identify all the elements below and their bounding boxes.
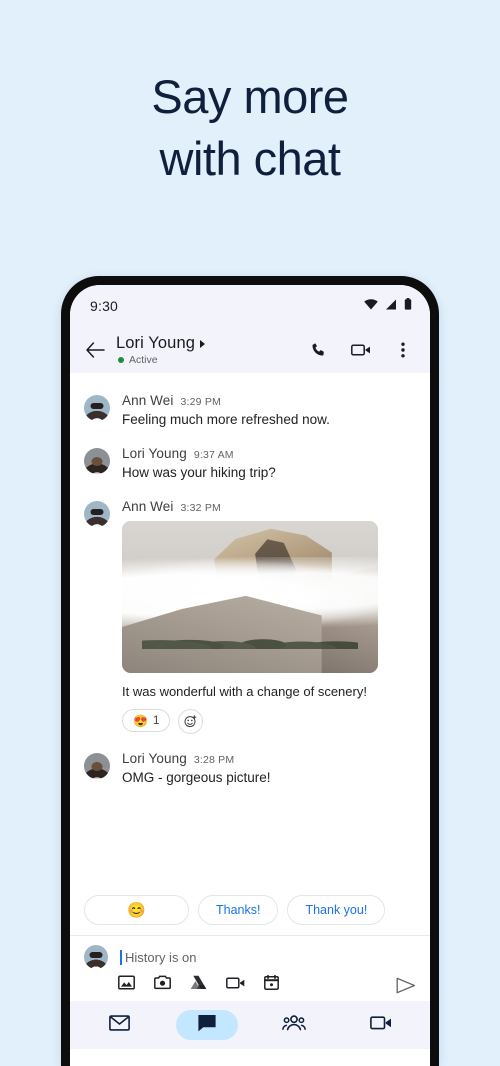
message-time: 3:32 PM [180,502,221,514]
bottom-navigation [70,1001,430,1049]
smart-reply-chip-thank-you[interactable]: Thank you! [287,895,386,925]
reaction-pill[interactable]: 😍 1 [122,709,171,732]
status-system-icons [364,297,412,315]
calendar-icon[interactable] [264,974,279,995]
video-camera-icon [369,1015,392,1036]
conversation-title-row: Lori Young [116,334,304,353]
message-body: Lori Young 3:28 PM OMG - gorgeous pictur… [122,751,416,787]
phone-screen: 9:30 Lori Young Active Ann Wei 3:29 PM F… [70,285,430,1066]
mountain-photo-attachment[interactable] [122,521,378,673]
conversation-title: Lori Young [116,334,195,352]
back-arrow-icon[interactable] [80,335,110,365]
video-icon[interactable] [226,976,245,995]
message-sender: Ann Wei [122,499,174,514]
chat-tab[interactable] [175,1010,238,1040]
conversation-header: Lori Young Active [70,327,430,373]
meet-tab[interactable] [350,1010,412,1040]
message-sender: Ann Wei [122,393,174,408]
expand-caret-icon[interactable] [200,340,205,348]
attachment-buttons [118,974,279,995]
photo-treeline [142,615,358,649]
message-time: 3:28 PM [193,754,235,766]
presence-label: Active [129,354,158,366]
message-meta: Lori Young 9:37 AM [122,446,416,461]
mail-tab[interactable] [89,1010,151,1040]
page-title: Say more with chat [0,66,500,190]
conversation-title-block[interactable]: Lori Young Active [116,334,304,366]
message-composer: History is on [70,935,430,1001]
headline-line-1: Say more [151,70,349,123]
message-sender: Lori Young [122,751,187,766]
message-item[interactable]: Ann Wei 3:32 PM It was wonderful with a … [70,499,430,734]
google-drive-icon[interactable] [190,975,207,995]
composer-input-row[interactable]: History is on [84,945,416,969]
image-gallery-icon[interactable] [118,975,135,995]
headline-line-2: with chat [159,132,341,185]
message-body: Ann Wei 3:29 PM Feeling much more refres… [122,393,416,429]
message-meta: Ann Wei 3:32 PM [122,499,416,514]
overflow-menu-icon[interactable] [388,335,418,365]
message-item[interactable]: Lori Young 3:28 PM OMG - gorgeous pictur… [70,751,430,787]
promo-screenshot: Say more with chat 9:30 Lori Young Activ… [0,0,500,1066]
smart-reply-emoji-chip[interactable]: 😊 [84,895,189,925]
phone-frame: 9:30 Lori Young Active Ann Wei 3:29 PM F… [61,276,439,1066]
people-group-icon [281,1014,306,1036]
video-call-icon[interactable] [346,335,376,365]
spaces-tab[interactable] [263,1010,325,1040]
presence-indicator: Active [118,354,304,366]
smart-reply-row: 😊 Thanks! Thank you! [70,885,430,935]
message-body: Ann Wei 3:32 PM It was wonderful with a … [122,499,416,734]
chat-bubble-icon [197,1014,217,1037]
message-body: Lori Young 9:37 AM How was your hiking t… [122,446,416,482]
message-text: Feeling much more refreshed now. [122,412,330,427]
battery-icon [404,297,412,315]
wifi-icon [364,297,378,315]
message-time: 3:29 PM [180,396,221,408]
message-time: 9:37 AM [193,449,234,461]
message-item[interactable]: Ann Wei 3:29 PM Feeling much more refres… [70,393,430,429]
photo-caption: It was wonderful with a change of scener… [122,684,367,699]
cellular-signal-icon [385,297,397,315]
message-item[interactable]: Lori Young 9:37 AM How was your hiking t… [70,446,430,482]
lori-young-avatar[interactable] [84,753,110,779]
add-reaction-icon[interactable] [178,709,204,734]
composer-placeholder[interactable]: History is on [125,950,197,965]
header-actions [304,335,418,365]
ann-wei-avatar[interactable] [84,501,110,527]
message-meta: Ann Wei 3:29 PM [122,393,416,408]
presence-dot-icon [118,357,124,363]
self-avatar [84,945,108,969]
status-bar: 9:30 [70,285,430,327]
ann-wei-avatar[interactable] [84,395,110,421]
message-meta: Lori Young 3:28 PM [122,751,416,766]
message-text: How was your hiking trip? [122,465,276,480]
heart-eyes-emoji-icon: 😍 [133,713,148,728]
message-text: OMG - gorgeous picture! [122,770,271,785]
composer-action-row [84,974,416,995]
text-cursor [120,949,122,965]
reaction-count: 1 [152,714,160,727]
mail-icon [109,1014,130,1036]
lori-young-avatar[interactable] [84,448,110,474]
smart-reply-chip-thanks[interactable]: Thanks! [198,895,279,925]
phone-call-icon[interactable] [304,335,334,365]
message-thread[interactable]: Ann Wei 3:29 PM Feeling much more refres… [70,373,430,885]
message-sender: Lori Young [122,446,187,461]
send-icon[interactable] [396,977,416,994]
status-clock: 9:30 [90,298,119,314]
camera-icon[interactable] [154,975,171,995]
message-reactions: 😍 1 [122,709,416,734]
